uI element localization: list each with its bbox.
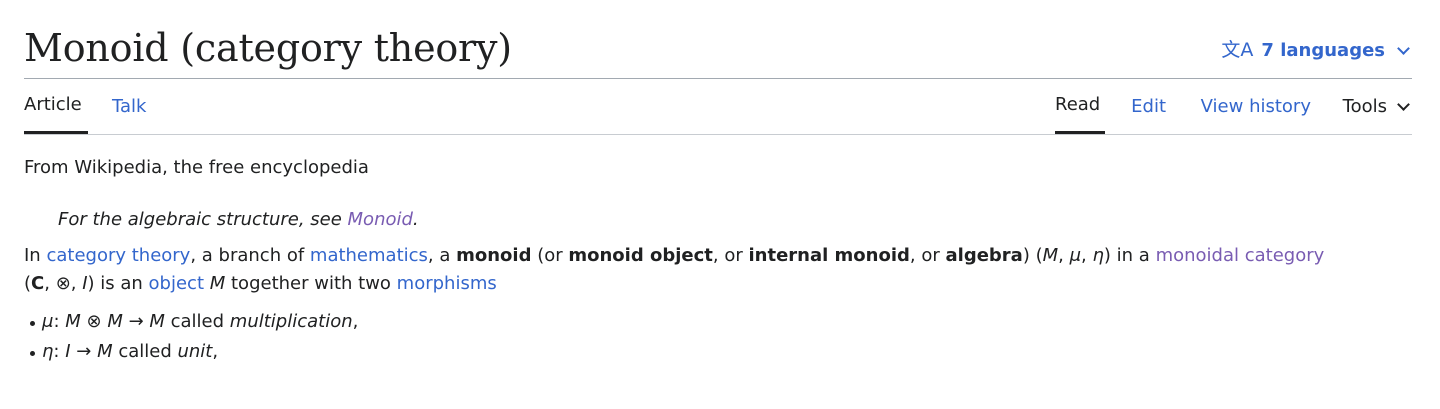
math-M: M — [149, 311, 165, 332]
math-M: M — [97, 341, 113, 362]
link-category-theory[interactable]: category theory — [46, 245, 190, 266]
article-content: From Wikipedia, the free encyclopedia Fo… — [24, 154, 1412, 368]
tab-view-history[interactable]: View history — [1201, 78, 1311, 134]
tab-article[interactable]: Article — [24, 78, 88, 134]
text: , or — [909, 245, 946, 266]
text: together with two — [225, 273, 397, 294]
hatnote-end: . — [412, 209, 419, 230]
text: called — [112, 341, 178, 362]
intro-paragraph: In category theory, a branch of mathemat… — [24, 242, 1412, 298]
arrow-symbol: → — [122, 311, 150, 332]
arrow-symbol: → — [70, 341, 98, 362]
tab-article-label: Article — [24, 94, 82, 115]
term-monoid: monoid — [456, 245, 532, 266]
text: , — [212, 341, 219, 362]
link-mathematics[interactable]: mathematics — [310, 245, 428, 266]
tools-dropdown[interactable]: Tools — [1343, 78, 1412, 134]
chevron-down-icon — [1397, 97, 1410, 111]
text: : — [53, 311, 66, 332]
term-multiplication: multiplication — [229, 311, 353, 332]
text: (or — [531, 245, 569, 266]
text: ) in a — [1103, 245, 1156, 266]
tab-talk-label: Talk — [112, 95, 147, 117]
math-eta: η — [1092, 245, 1104, 266]
math-mu: μ — [42, 311, 54, 332]
link-morphisms[interactable]: morphisms — [397, 273, 497, 294]
tagline: From Wikipedia, the free encyclopedia — [24, 157, 369, 178]
text: called — [164, 311, 230, 332]
languages-button[interactable]: 文A 7 languages — [1221, 36, 1412, 64]
math-M: M — [209, 273, 226, 294]
language-icon: 文A — [1221, 38, 1254, 61]
tab-edit[interactable]: Edit — [1131, 78, 1166, 134]
term-algebra: algebra — [945, 245, 1023, 266]
text: , — [1081, 245, 1093, 266]
text: , a branch of — [190, 245, 310, 266]
tab-view-history-label: View history — [1200, 95, 1311, 117]
tools-label: Tools — [1342, 95, 1387, 117]
hatnote-text: For the algebraic structure, see — [58, 209, 348, 230]
page-tabs: Article Talk Read Edit View history Tool… — [24, 78, 1412, 135]
page: Monoid (category theory) 文A 7 languages … — [0, 0, 1440, 409]
term-internal-monoid: internal monoid — [748, 245, 910, 266]
text: , — [352, 311, 359, 332]
math-eta: η — [42, 341, 54, 362]
list-item: μ: M ⊗ M → M called multiplication, — [30, 308, 1412, 336]
tensor-symbol: ⊗ — [80, 311, 108, 332]
text: : — [53, 341, 66, 362]
text: , — [1058, 245, 1070, 266]
term-unit: unit — [177, 341, 213, 362]
text: , or — [712, 245, 749, 266]
math-C: C — [31, 273, 45, 294]
list-item: η: I → M called unit, — [30, 338, 1412, 366]
text: ( — [24, 273, 32, 294]
tab-read-label: Read — [1055, 94, 1101, 115]
text: ) is an — [87, 273, 149, 294]
math-M: M — [65, 311, 81, 332]
tab-read[interactable]: Read — [1055, 78, 1105, 134]
tab-talk[interactable]: Talk — [112, 78, 146, 134]
math-M: M — [107, 311, 123, 332]
term-monoid-object: monoid object — [568, 245, 713, 266]
tab-edit-label: Edit — [1131, 95, 1166, 117]
text: ) ( — [1022, 245, 1043, 266]
text: , ⊗, — [44, 273, 83, 294]
text: In — [24, 245, 47, 266]
languages-label: 7 languages — [1261, 39, 1385, 61]
hatnote: For the algebraic structure, see Monoid. — [58, 206, 1412, 234]
morphism-list: μ: M ⊗ M → M called multiplication, η: I… — [24, 308, 1412, 366]
link-object[interactable]: object — [149, 273, 204, 294]
link-monoidal-category[interactable]: monoidal category — [1156, 245, 1325, 266]
math-mu: μ — [1069, 245, 1082, 266]
text: , a — [427, 245, 457, 266]
page-title: Monoid (category theory) — [24, 26, 512, 70]
link-monoid[interactable]: Monoid — [348, 209, 413, 230]
title-bar: Monoid (category theory) 文A 7 languages — [24, 22, 1412, 79]
chevron-down-icon — [1397, 41, 1410, 55]
math-M: M — [1042, 245, 1059, 266]
